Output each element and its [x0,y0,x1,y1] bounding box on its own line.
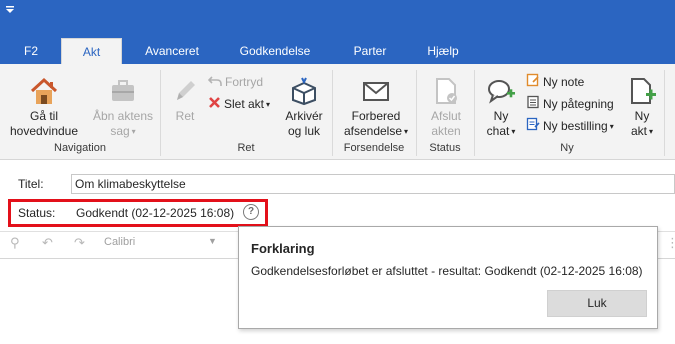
new-act-caret-icon: ▾ [649,127,654,137]
new-chat-button[interactable]: Ny chat ▾ [480,76,522,139]
group-label-navigation: Navigation [54,142,106,154]
quick-access-dropdown-icon[interactable] [4,6,16,14]
goto-home-label-1: Gå til [29,109,58,123]
goto-home-label-2: hovedvindue [9,124,79,138]
order-icon [526,117,540,137]
archive-label-1: Arkivér [285,109,323,123]
title-bar [0,0,675,36]
open-case-label-1: Åbn aktens [92,109,154,123]
archive-label-2: og luk [287,124,321,138]
document-check-icon [436,78,457,104]
note-icon [526,73,540,93]
undo-button[interactable]: Fortryd [207,72,264,93]
new-document-icon [631,78,656,104]
envelope-icon [363,82,389,101]
explanation-popup: Forklaring Godkendelsesforløbet er afslu… [238,226,658,329]
complete-act-label-1: Afslut [430,109,461,123]
tab-parter[interactable]: Parter [345,36,395,64]
archive-close-button[interactable]: Arkivér og luk [280,76,328,139]
prepare-send-label-1: Forbered [351,109,401,123]
edit-label: Ret [175,109,195,123]
ribbon: Gå til hovedvindue Åbn aktens sag ▾ Navig… [0,64,675,160]
new-order-button[interactable]: Ny bestilling ▾ [526,116,614,136]
goto-home-button[interactable]: Gå til hovedvindue [6,76,82,139]
app-window: F2 Akt Avanceret Godkendelse Parter Hjæl… [0,0,675,344]
delete-act-label: Slet akt [224,97,265,111]
open-case-button[interactable]: Åbn aktens sag ▾ [88,76,158,139]
edit-button[interactable]: Ret [166,76,204,124]
complete-act-label-2: akten [431,124,461,138]
new-act-label-2: akt [630,124,647,138]
redo-icon[interactable]: ↷ [74,235,85,251]
undo-label: Fortryd [225,75,264,89]
title-label: Titel: [18,177,44,191]
chat-plus-icon [488,80,515,104]
group-label-status: Status [429,142,461,154]
group-separator [664,70,665,156]
font-select[interactable]: Calibri [104,236,135,248]
x-icon [208,95,221,115]
prepare-send-caret-icon: ▾ [404,127,409,137]
home-icon [30,77,58,104]
list-document-icon [526,95,540,115]
new-act-label-1: Ny [634,109,650,123]
group-label-ny: Ny [560,142,574,154]
prepare-send-button[interactable]: Forbered afsendelse ▾ [338,76,414,139]
open-case-caret-icon: ▾ [131,127,136,137]
pencil-icon [177,81,195,100]
undo-icon [207,73,222,93]
open-case-label-2: sag [110,124,130,138]
complete-act-button[interactable]: Afslut akten [420,76,472,139]
prepare-send-label-2: afsendelse [343,124,403,138]
status-value: Godkendt (02-12-2025 16:08) [76,206,235,220]
title-field[interactable]: Om klimabeskyttelse [71,174,675,194]
tab-godkendelse[interactable]: Godkendelse [232,36,318,64]
tab-hjaelp[interactable]: Hjælp [420,36,466,64]
new-reminder-button[interactable]: Ny påtegning [526,94,614,114]
tab-f2[interactable]: F2 [14,36,48,64]
briefcase-icon [112,80,134,101]
new-order-caret-icon: ▾ [609,121,614,131]
new-order-label: Ny bestilling [543,119,608,133]
delete-act-caret-icon: ▾ [266,99,271,109]
status-label: Status: [18,206,56,220]
close-button[interactable]: Luk [547,290,647,317]
popup-text: Godkendelsesforløbet er afsluttet - resu… [251,264,643,278]
tab-akt[interactable]: Akt [61,38,122,65]
popup-title: Forklaring [251,241,315,256]
new-chat-label-1: Ny [493,109,509,123]
new-chat-caret-icon: ▾ [511,127,516,137]
new-note-button[interactable]: Ny note [526,72,584,92]
new-chat-label-2: chat [486,124,510,138]
format-painter-icon[interactable]: ⚲ [10,235,20,251]
archive-box-icon [292,77,316,106]
group-label-ret: Ret [237,142,255,154]
undo-icon[interactable]: ↶ [42,235,53,251]
new-note-label: Ny note [543,75,585,89]
chevron-down-icon[interactable]: ▼ [208,236,217,246]
delete-act-button[interactable]: Slet akt ▾ [208,94,270,114]
ribbon-tabs: F2 Akt Avanceret Godkendelse Parter Hjæl… [0,36,675,65]
more-tools-icon[interactable]: ⋮ [666,235,675,251]
help-button[interactable]: ? [243,204,259,220]
tab-avanceret[interactable]: Avanceret [135,36,209,64]
new-reminder-label: Ny påtegning [543,97,614,111]
group-label-forsendelse: Forsendelse [343,142,405,154]
new-act-button[interactable]: Ny akt ▾ [622,76,662,139]
